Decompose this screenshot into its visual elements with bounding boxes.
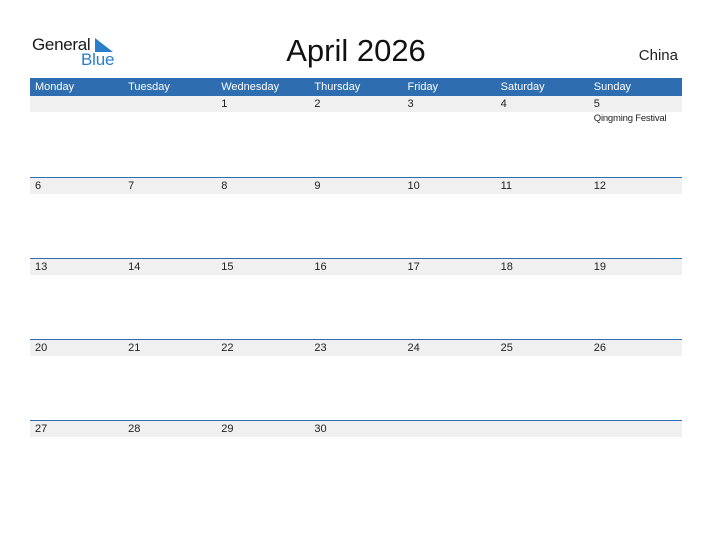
day-cell: 26 <box>589 340 682 357</box>
week-row: 20 21 22 23 24 25 26 <box>30 339 682 421</box>
day-number: 29 <box>221 423 234 435</box>
week-cells: 6 7 8 9 10 11 12 <box>30 178 682 195</box>
day-number: 16 <box>314 261 327 273</box>
day-number: 4 <box>500 98 507 110</box>
day-cell <box>403 421 496 438</box>
day-number: 19 <box>593 261 606 273</box>
day-number: 15 <box>221 261 234 273</box>
day-number: 9 <box>314 180 321 192</box>
day-cell: 4 <box>496 96 589 124</box>
day-cell: 17 <box>403 259 496 276</box>
day-cell: 6 <box>30 178 123 195</box>
day-cell: 8 <box>216 178 309 195</box>
day-number: 20 <box>35 342 48 354</box>
week-row: 1 2 3 4 5 Qingming Festival <box>30 96 682 177</box>
weekday-tuesday: Tuesday <box>128 81 170 93</box>
day-cell: 27 <box>30 421 123 438</box>
day-number: 10 <box>407 180 420 192</box>
day-number: 7 <box>128 180 135 192</box>
day-cell: 22 <box>216 340 309 357</box>
day-cell: 15 <box>216 259 309 276</box>
weekday-wednesday: Wednesday <box>221 81 280 93</box>
day-cell: 14 <box>123 259 216 276</box>
day-number: 27 <box>35 423 48 435</box>
day-number: 30 <box>314 423 327 435</box>
day-number: 21 <box>128 342 141 354</box>
week-row: 27 28 29 30 <box>30 420 682 502</box>
day-number <box>408 421 496 437</box>
day-cell: 29 <box>216 421 309 438</box>
country-label: China <box>638 47 678 64</box>
day-number <box>35 96 123 112</box>
day-cell: 12 <box>589 178 682 195</box>
day-number: 28 <box>128 423 141 435</box>
day-cell: 18 <box>496 259 589 276</box>
week-row: 6 7 8 9 10 11 12 <box>30 177 682 259</box>
calendar-title: April 2026 <box>286 33 426 68</box>
day-number: 24 <box>407 342 420 354</box>
weekday-header: Monday Tuesday Wednesday Thursday Friday… <box>30 78 682 96</box>
day-number: 11 <box>500 180 513 192</box>
day-number: 18 <box>500 261 513 273</box>
week-cells: 13 14 15 16 17 18 19 <box>30 259 682 276</box>
day-cell: 28 <box>123 421 216 438</box>
day-cell <box>123 96 216 124</box>
day-number: 13 <box>35 261 48 273</box>
week-cells: 27 28 29 30 <box>30 421 682 438</box>
week-cells: 1 2 3 4 5 Qingming Festival <box>30 96 682 124</box>
day-cell: 16 <box>309 259 402 276</box>
day-cell: 10 <box>403 178 496 195</box>
day-cell: 13 <box>30 259 123 276</box>
weekday-monday: Monday <box>35 81 75 93</box>
day-cell <box>496 421 589 438</box>
day-cell: 9 <box>309 178 402 195</box>
day-cell: 11 <box>496 178 589 195</box>
day-number <box>594 421 682 437</box>
day-number: 26 <box>593 342 606 354</box>
day-number: 12 <box>593 180 606 192</box>
day-cell: 24 <box>403 340 496 357</box>
holiday-label: Qingming Festival <box>593 113 667 124</box>
day-cell: 7 <box>123 178 216 195</box>
weekday-thursday: Thursday <box>314 81 361 93</box>
day-cell: 20 <box>30 340 123 357</box>
day-cell: 2 <box>309 96 402 124</box>
day-cell: 1 <box>216 96 309 124</box>
week-cells: 20 21 22 23 24 25 26 <box>30 340 682 357</box>
day-number <box>128 96 216 112</box>
day-cell: 3 <box>403 96 496 124</box>
day-cell <box>30 96 123 124</box>
day-cell <box>589 421 682 438</box>
weekday-saturday: Saturday <box>500 81 545 93</box>
day-cell: 30 <box>309 421 402 438</box>
day-cell: 25 <box>496 340 589 357</box>
day-number: 23 <box>314 342 327 354</box>
day-number: 8 <box>221 180 228 192</box>
day-cell: 19 <box>589 259 682 276</box>
day-number: 1 <box>221 98 228 110</box>
weekday-friday: Friday <box>407 81 439 93</box>
day-number: 22 <box>221 342 234 354</box>
day-cell: 23 <box>309 340 402 357</box>
weekday-sunday: Sunday <box>593 81 632 93</box>
day-number <box>501 421 589 437</box>
day-cell: 21 <box>123 340 216 357</box>
day-number: 6 <box>35 180 42 192</box>
day-number: 17 <box>407 261 420 273</box>
day-number: 5 <box>593 98 600 110</box>
week-row: 13 14 15 16 17 18 19 <box>30 258 682 340</box>
day-number: 14 <box>128 261 141 273</box>
day-number: 25 <box>500 342 513 354</box>
day-cell: 5 Qingming Festival <box>589 96 682 124</box>
day-number: 3 <box>407 98 414 110</box>
day-number: 2 <box>314 98 321 110</box>
